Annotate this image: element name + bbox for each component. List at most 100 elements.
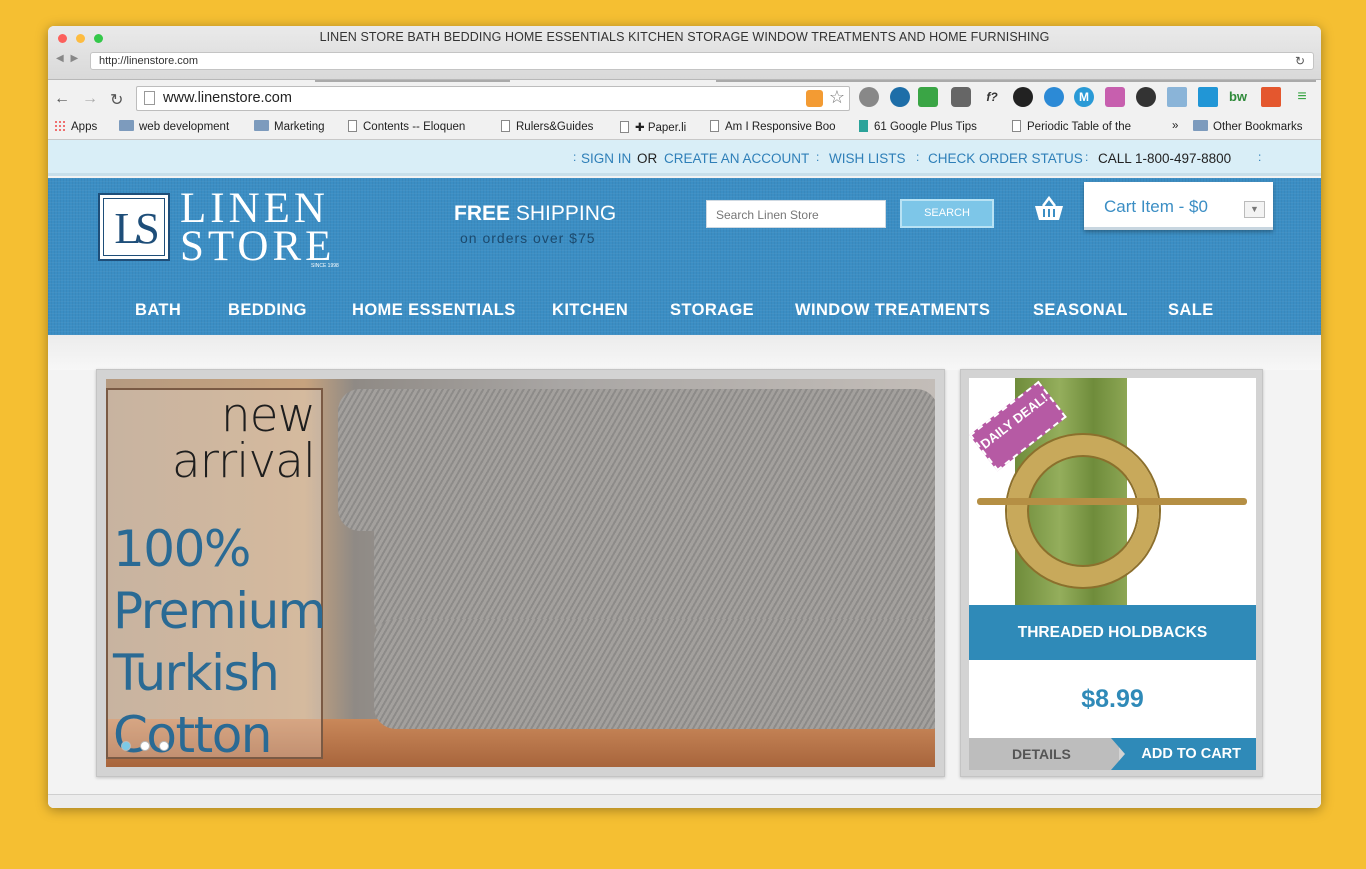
sign-in-link[interactable]: SIGN IN bbox=[581, 151, 631, 166]
url-bar[interactable]: www.linenstore.com ☆ bbox=[136, 86, 850, 111]
slider-dot-3[interactable] bbox=[159, 741, 169, 751]
eye-extension-icon[interactable] bbox=[890, 87, 910, 107]
nav-item-window-treatments[interactable]: WINDOW TREATMENTS bbox=[795, 301, 990, 320]
basket-icon[interactable] bbox=[1034, 196, 1064, 222]
tab-indicator bbox=[315, 80, 510, 82]
box-extension-icon[interactable] bbox=[1198, 87, 1218, 107]
slider-dot-1[interactable] bbox=[121, 741, 131, 751]
page-icon bbox=[144, 91, 155, 105]
search-input[interactable]: Search Linen Store bbox=[706, 200, 886, 228]
add-to-cart-button[interactable]: ADD TO CART bbox=[1111, 738, 1256, 770]
create-account-link[interactable]: CREATE AN ACCOUNT bbox=[664, 151, 809, 166]
nav-item-bath[interactable]: BATH bbox=[135, 301, 181, 320]
hero-line-arrival: arrival bbox=[171, 434, 316, 489]
nav-item-home-essentials[interactable]: HOME ESSENTIALS bbox=[352, 301, 516, 320]
bookmark-am-i-responsive[interactable]: Am I Responsive Boo bbox=[710, 120, 836, 133]
hero-line-100: 100% bbox=[113, 520, 251, 578]
separator: : bbox=[573, 150, 577, 164]
main-navigation: BATH BEDDING HOME ESSENTIALS KITCHEN STO… bbox=[48, 293, 1321, 335]
deal-product-image[interactable]: DAILY DEAL! bbox=[969, 378, 1256, 605]
color-picker-extension-icon[interactable] bbox=[1013, 87, 1033, 107]
font-extension-icon[interactable]: f? bbox=[982, 87, 1002, 107]
phone-extension-icon[interactable] bbox=[1105, 87, 1125, 107]
content-strip bbox=[48, 335, 1321, 370]
pocket-extension-icon[interactable] bbox=[951, 87, 971, 107]
search-button[interactable]: SEARCH bbox=[900, 199, 994, 228]
back-icon[interactable]: ← bbox=[54, 90, 70, 108]
logo-mark[interactable]: LS bbox=[98, 193, 170, 261]
horizontal-scrollbar[interactable] bbox=[48, 794, 1321, 808]
reload-icon[interactable]: ↻ bbox=[110, 90, 123, 110]
hero-subheadline: 100% Premium Turkish Cotton bbox=[113, 518, 327, 766]
sync-extension-icon[interactable] bbox=[1136, 87, 1156, 107]
logo-since: SINCE 1998 bbox=[311, 263, 339, 269]
phone-number: CALL 1-800-497-8800 bbox=[1098, 151, 1232, 166]
free-text: FREE bbox=[454, 202, 511, 225]
bw-extension-icon[interactable]: bw bbox=[1228, 87, 1248, 107]
cart-label: Cart Item - $0 bbox=[1104, 197, 1208, 216]
separator: : bbox=[1258, 150, 1262, 164]
outer-reload-icon[interactable]: ↻ bbox=[1295, 54, 1305, 68]
chat-extension-icon[interactable] bbox=[1044, 87, 1064, 107]
slider-dot-2[interactable] bbox=[140, 741, 150, 751]
outer-back-forward-icon[interactable]: ◀ ▶ bbox=[56, 53, 80, 64]
shipping-condition: on orders over $75 bbox=[460, 230, 596, 246]
shipping-text: SHIPPING bbox=[510, 202, 617, 225]
nav-item-bedding[interactable]: BEDDING bbox=[228, 301, 307, 320]
web-page: : SIGN IN OR CREATE AN ACCOUNT : WISH LI… bbox=[48, 140, 1321, 808]
holdback-pin bbox=[977, 498, 1247, 505]
check-order-status-link[interactable]: CHECK ORDER STATUS bbox=[928, 151, 1083, 166]
logo-wordmark[interactable]: LINEN STORE bbox=[180, 187, 336, 270]
hero-line-cotton: Cotton bbox=[113, 706, 273, 764]
hero-line-premium: Premium bbox=[113, 582, 327, 640]
separator: : bbox=[916, 150, 920, 164]
chevron-down-icon[interactable]: ▼ bbox=[1244, 201, 1265, 218]
separator: : bbox=[1085, 150, 1089, 164]
separator: : bbox=[816, 150, 820, 164]
nav-item-kitchen[interactable]: KITCHEN bbox=[552, 301, 628, 320]
menu-icon[interactable]: ≡ bbox=[1292, 87, 1312, 107]
hero-text-panel: new arrival 100% Premium Turkish Cotton bbox=[106, 388, 327, 764]
url-text: www.linenstore.com bbox=[163, 90, 292, 106]
bookmark-contents[interactable]: Contents -- Eloquen bbox=[348, 120, 465, 133]
wish-lists-link[interactable]: WISH LISTS bbox=[829, 151, 906, 166]
bookmark-star-icon[interactable]: ☆ bbox=[829, 87, 845, 108]
details-button[interactable]: DETAILS bbox=[969, 738, 1119, 770]
nav-item-seasonal[interactable]: SEASONAL bbox=[1033, 301, 1128, 320]
bookmark-periodic-table[interactable]: Periodic Table of the bbox=[1012, 120, 1131, 133]
code-extension-icon[interactable] bbox=[1261, 87, 1281, 107]
m-extension-icon[interactable]: M bbox=[1074, 87, 1094, 107]
bookmarks-overflow-button[interactable]: » bbox=[1172, 120, 1178, 132]
daily-deal-card: DAILY DEAL! THREADED HOLDBACKS $8.99 DET… bbox=[960, 369, 1263, 777]
bookmark-other[interactable]: Other Bookmarks bbox=[1193, 120, 1302, 133]
nav-item-storage[interactable]: STORAGE bbox=[670, 301, 754, 320]
evernote-extension-icon[interactable] bbox=[918, 87, 938, 107]
bookmark-google-plus-tips[interactable]: 61 Google Plus Tips bbox=[859, 120, 977, 133]
logo-line-2: STORE bbox=[180, 223, 336, 270]
folder-icon bbox=[119, 120, 134, 131]
cart-summary[interactable]: Cart Item - $0 ▼ bbox=[1084, 182, 1273, 230]
title-bar: LINEN STORE BATH BEDDING HOME ESSENTIALS… bbox=[48, 26, 1321, 80]
bookmark-paper-li[interactable]: ✚ Paper.li bbox=[620, 120, 686, 134]
deal-product-name[interactable]: THREADED HOLDBACKS bbox=[969, 605, 1256, 660]
deal-price: $8.99 bbox=[969, 660, 1256, 738]
window-extension-icon[interactable] bbox=[1167, 87, 1187, 107]
bookmark-web-development[interactable]: web development bbox=[119, 120, 229, 133]
eyedropper-extension-icon[interactable] bbox=[859, 87, 879, 107]
bookmarks-bar: Apps web development Marketing Contents … bbox=[48, 116, 1321, 138]
free-shipping-banner: FREE SHIPPING bbox=[454, 202, 616, 226]
page-icon bbox=[348, 120, 357, 132]
page-icon bbox=[620, 121, 629, 133]
folder-icon bbox=[254, 120, 269, 131]
rss-icon[interactable] bbox=[806, 90, 823, 107]
apps-grid-icon bbox=[54, 120, 66, 132]
bookmark-rulers-guides[interactable]: Rulers&Guides bbox=[501, 120, 593, 133]
bookmark-marketing[interactable]: Marketing bbox=[254, 120, 325, 133]
towel-bottom bbox=[374, 619, 935, 729]
nav-item-sale[interactable]: SALE bbox=[1168, 301, 1214, 320]
browser-window: LINEN STORE BATH BEDDING HOME ESSENTIALS… bbox=[48, 26, 1321, 808]
bookmark-apps[interactable]: Apps bbox=[54, 120, 97, 133]
hero-slider[interactable]: new arrival 100% Premium Turkish Cotton bbox=[96, 369, 945, 777]
forward-icon[interactable]: → bbox=[82, 90, 98, 108]
outer-address-field[interactable]: http://linenstore.com ↻ bbox=[90, 52, 1314, 70]
